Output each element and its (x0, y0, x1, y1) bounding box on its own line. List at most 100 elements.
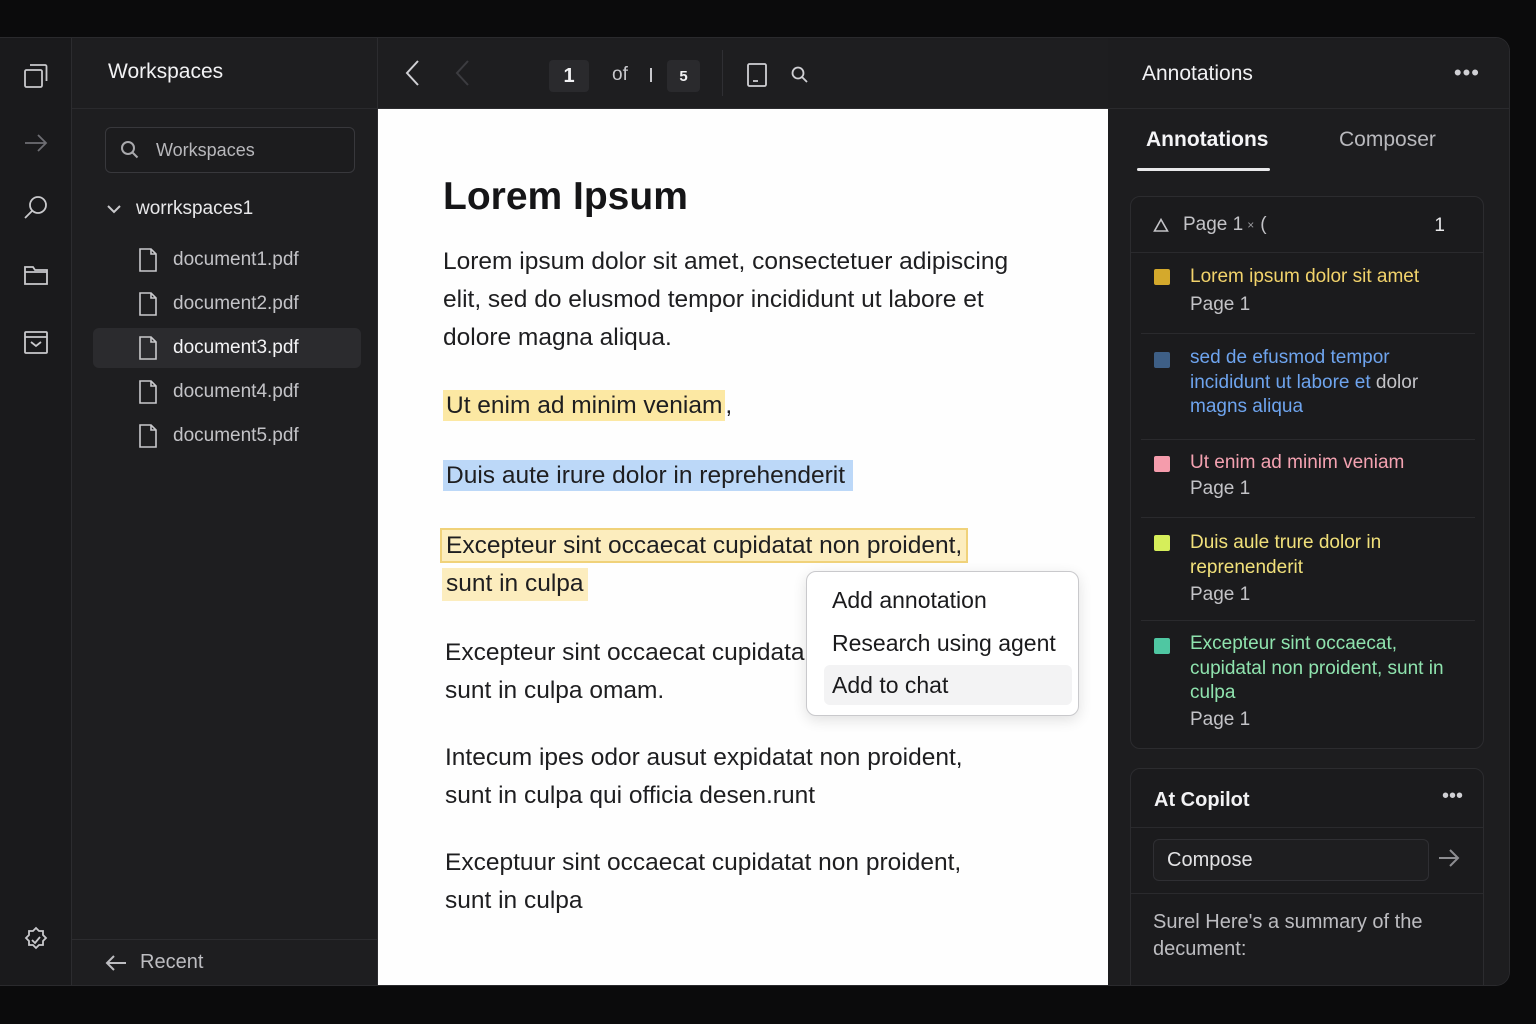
more-options-icon[interactable]: ••• (1442, 785, 1463, 808)
annotation-text: Ut enim ad minim veniam (1190, 452, 1405, 473)
document-paragraph: Lorem ipsum dolor sit amet, consectetuer… (443, 248, 1009, 351)
document-paragraph: Excepteur sint occaecat cupidata sunt in… (445, 634, 805, 710)
filter-clear[interactable]: × (1247, 218, 1254, 232)
recent-button[interactable]: Recent (72, 939, 377, 985)
annotation-page: Page 1 (1190, 478, 1251, 499)
file-document4[interactable]: document4.pdf (93, 372, 361, 412)
folder-worrkspaces1[interactable]: worrkspaces1 (106, 198, 253, 220)
annotation-text: Excepteur sint occaecat, cupidatal non p… (1190, 633, 1444, 703)
icon-rail (0, 38, 72, 985)
yellow-highlight[interactable]: Ut enim ad minim veniam (443, 390, 726, 421)
sidebar-title: Workspaces (108, 60, 224, 83)
file-label: document4.pdf (173, 381, 299, 402)
annotation-item[interactable]: Duis aule trure dolor in reprenenderit P… (1141, 518, 1475, 621)
file-label: document1.pdf (173, 249, 299, 270)
paragraph-line: sunt in culpa omam. (445, 677, 665, 704)
toolbar-divider (722, 50, 723, 96)
triangle-icon (1153, 217, 1169, 232)
divider (1131, 893, 1483, 894)
highlighted-paragraph[interactable]: Duis aute irure dolor in reprehenderit (443, 457, 854, 495)
annotation-filter[interactable]: Page 1 × ( 1 (1131, 197, 1483, 253)
highlighted-paragraph[interactable]: Ut enim ad minim veniam, (443, 387, 732, 425)
search-icon (791, 66, 808, 83)
file-label: document5.pdf (173, 425, 299, 446)
copilot-title: At Copilot (1154, 789, 1250, 811)
copy-icon[interactable] (18, 58, 54, 94)
add-to-chat-menu-item[interactable]: Add to chat (824, 665, 1072, 705)
compose-field[interactable] (1153, 839, 1429, 881)
annotation-count: 1 (1434, 215, 1445, 236)
tab-annotations[interactable]: Annotations (1146, 128, 1268, 152)
find-button[interactable] (790, 65, 810, 90)
file-icon (139, 380, 157, 404)
annotation-item[interactable]: Lorem ipsum dolor sit amet Page 1 (1141, 254, 1475, 334)
chevron-left-icon (455, 60, 469, 86)
page-separator (650, 68, 652, 82)
back-button[interactable] (402, 58, 424, 93)
annotations-panel: Annotations ••• Annotations Composer Pag… (1108, 38, 1509, 985)
annotation-page: Page 1 (1190, 709, 1251, 730)
paragraph-line: Excepteur sint occaecat cupidata (445, 639, 805, 666)
total-pages: 5 (667, 60, 700, 92)
arrow-right-icon (1439, 849, 1460, 867)
add-annotation-menu-item[interactable]: Add annotation (824, 580, 1072, 620)
forward-button[interactable] (452, 58, 474, 93)
file-document5[interactable]: document5.pdf (93, 416, 361, 456)
more-options-icon[interactable]: ••• (1454, 60, 1480, 86)
document-paragraph: Intecum ipes odor ausut expidatat non pr… (445, 739, 963, 815)
arrow-left-icon (105, 954, 126, 971)
inbox-icon[interactable] (18, 324, 54, 360)
folder-label: worrkspaces1 (136, 198, 254, 219)
annotation-page: Page 1 (1190, 294, 1251, 315)
divider (72, 108, 377, 109)
annotation-text-part: magns aliqua (1190, 396, 1304, 417)
research-agent-menu-item[interactable]: Research using agent (824, 623, 1072, 663)
annotation-item[interactable]: sed de efusmod tempor incididunt ut labo… (1141, 334, 1475, 440)
document-page: Lorem Ipsum Lorem ipsum dolor sit amet, … (378, 109, 1108, 985)
annotation-text: Duis aule trure dolor in reprenenderit (1190, 532, 1382, 578)
copilot-message: Surel Here's a summary of the decument: (1153, 911, 1423, 960)
send-button[interactable] (1437, 847, 1461, 874)
color-swatch (1154, 269, 1170, 285)
file-document2[interactable]: document2.pdf (93, 284, 361, 324)
blue-highlight[interactable]: Duis aute irure dolor in reprehenderit (443, 460, 854, 491)
file-document3[interactable]: document3.pdf (93, 328, 361, 368)
color-swatch (1154, 638, 1170, 654)
annotations-list: Page 1 × ( 1 Lorem ipsum dolor sit amet … (1130, 196, 1484, 749)
workspaces-sidebar: Workspaces worrkspaces1 document1.pdf do… (72, 38, 378, 985)
color-swatch (1154, 352, 1170, 368)
page-of-label: of (612, 64, 628, 85)
workspace-search[interactable] (105, 127, 355, 173)
color-swatch (1154, 456, 1170, 472)
document-paragraph: Exceptuur sint occaecat cupidatat non pr… (445, 844, 961, 920)
chevron-down-icon (107, 205, 121, 214)
panel-title: Annotations (1142, 62, 1253, 85)
folder-icon[interactable] (18, 257, 54, 293)
divider (1131, 827, 1483, 828)
arrow-right-icon[interactable] (18, 125, 54, 161)
tab-composer[interactable]: Composer (1339, 128, 1436, 152)
file-document1[interactable]: document1.pdf (93, 240, 361, 280)
paragraph-line: sunt in culpa (445, 887, 583, 914)
annotation-item[interactable]: Ut enim ad minim veniam Page 1 (1141, 440, 1475, 518)
divider (1108, 108, 1509, 109)
workspace-search-input[interactable] (156, 139, 336, 161)
search-icon[interactable] (18, 190, 54, 226)
file-icon (139, 248, 157, 272)
annotation-text-part: dolor (1375, 371, 1419, 393)
current-page-input[interactable]: 1 (549, 60, 589, 92)
paragraph-line: Intecum ipes odor ausut expidatat non pr… (445, 744, 963, 771)
context-menu: Add annotation Research using agent Add … (806, 571, 1079, 716)
selected-highlight-line2[interactable]: sunt in culpa (442, 568, 588, 601)
paragraph-line: Exceptuur sint occaecat cupidatat non pr… (445, 849, 962, 876)
compose-input[interactable] (1167, 848, 1417, 872)
page-view-button[interactable] (746, 62, 768, 93)
annotation-text: Lorem ipsum dolor sit amet (1190, 266, 1420, 287)
selected-highlight-line1[interactable]: Excepteur sint occaecat cupidatat non pr… (439, 528, 969, 563)
annotation-item[interactable]: Excepteur sint occaecat, cupidatal non p… (1141, 621, 1475, 747)
search-icon (121, 141, 139, 159)
settings-icon[interactable] (18, 922, 54, 958)
recent-label: Recent (140, 951, 204, 973)
viewer-toolbar: 1 of 5 (378, 38, 1108, 109)
color-swatch (1154, 535, 1170, 551)
